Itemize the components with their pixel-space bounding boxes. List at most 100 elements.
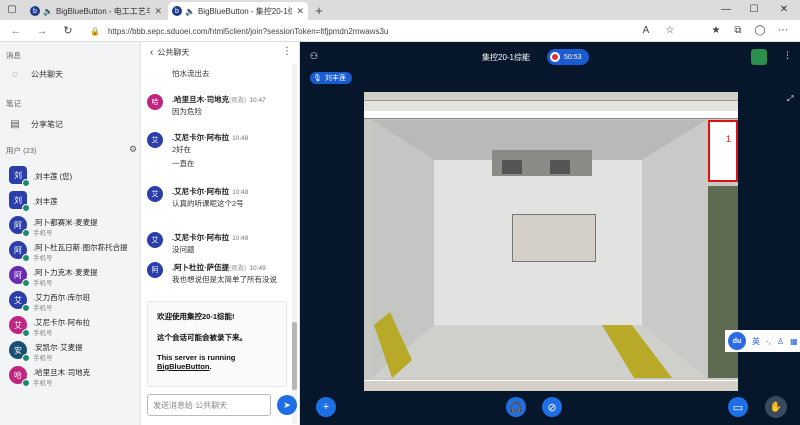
- headset-icon: 🎧: [509, 401, 523, 414]
- fullscreen-icon[interactable]: ⤢: [787, 94, 793, 104]
- address-bar: ← → ↻ 🔒 https://bbb.sepc.sduoei.com/html…: [0, 20, 800, 42]
- user-list-toggle-icon[interactable]: ⚇: [310, 51, 318, 62]
- messages-section-title: 消息: [6, 51, 21, 60]
- user-list-item[interactable]: 刘 .刘丰莲: [9, 189, 139, 213]
- presence-badge-icon: [22, 204, 30, 212]
- plus-icon: +: [322, 401, 330, 413]
- send-button[interactable]: ➤: [277, 395, 297, 415]
- forward-button[interactable]: →: [34, 23, 50, 39]
- chat-scrollbar-thumb[interactable]: [292, 322, 297, 390]
- ime-logo-icon: du: [728, 332, 746, 350]
- favorite-star-icon[interactable]: ☆: [662, 23, 678, 39]
- url-field[interactable]: 🔒 https://bbb.sepc.sduoei.com/html5clien…: [90, 23, 700, 39]
- message-text: 认真的听课呢这个2号: [172, 199, 244, 208]
- user-list-item[interactable]: 艾 .艾力西尔·库尔班 手机号: [9, 289, 139, 313]
- ime-language[interactable]: 英: [752, 336, 760, 347]
- actions-plus-button[interactable]: +: [316, 397, 336, 417]
- chat-avatar: 艾: [147, 132, 163, 148]
- ime-grid-icon[interactable]: ▦: [790, 337, 798, 346]
- slide-red-panel: 1: [708, 120, 738, 182]
- slide-taskbar: [364, 380, 738, 391]
- more-menu-icon[interactable]: ⋯: [775, 23, 791, 39]
- window-menu-button[interactable]: ▢: [2, 2, 22, 18]
- profile-icon[interactable]: ◯: [752, 23, 768, 39]
- signal-icon[interactable]: [751, 49, 767, 65]
- send-icon: ➤: [283, 399, 291, 410]
- public-chat-item[interactable]: ◌ 公共聊天: [8, 69, 63, 80]
- tab-title: BigBlueButton - 电工工艺与实训: [55, 6, 151, 16]
- ime-punct-icon[interactable]: ·,: [766, 337, 771, 346]
- user-list-item[interactable]: 哈 .哈里旦木·司地克 手机号: [9, 364, 139, 388]
- user-avatar: 刘: [9, 191, 30, 212]
- refresh-button[interactable]: ↻: [60, 23, 76, 39]
- chat-avatar: 艾: [147, 232, 163, 248]
- screen-share-button[interactable]: ▭: [728, 397, 748, 417]
- message-time: 10:49: [249, 265, 266, 272]
- chat-avatar: 哈: [147, 94, 163, 110]
- favorites-icon[interactable]: ★: [708, 23, 724, 39]
- presentation-slide: 1: [364, 92, 738, 391]
- message-time: 10:48: [232, 189, 249, 196]
- close-window-button[interactable]: ✕: [774, 2, 794, 18]
- read-aloud-icon[interactable]: A: [638, 23, 654, 39]
- user-list-item[interactable]: 阿 .阿卜力克木·麦麦提 手机号: [9, 264, 139, 288]
- audio-button[interactable]: 🎧: [506, 397, 526, 417]
- browser-tab-1[interactable]: b 🔈 BigBlueButton - 电工工艺与实训 ✕: [26, 2, 166, 20]
- options-menu-icon[interactable]: ⋮: [783, 50, 792, 61]
- presence-badge-icon: [22, 229, 30, 237]
- collections-icon[interactable]: ⧉: [730, 23, 746, 39]
- user-avatar: 刘: [9, 166, 30, 187]
- user-list-item[interactable]: 安 .安凯尔·艾麦提 手机号: [9, 339, 139, 363]
- raise-hand-button[interactable]: ✋: [765, 396, 787, 418]
- shared-notes-item[interactable]: ▤ 分享笔记: [8, 119, 63, 130]
- chat-options-icon[interactable]: ⋮: [282, 46, 292, 57]
- ime-user-icon[interactable]: ♙: [777, 337, 784, 346]
- chat-sender: .艾尼卡尔·阿布拉 10:48: [172, 232, 248, 243]
- maximize-button[interactable]: ☐: [744, 2, 764, 18]
- bigbluebutton-link[interactable]: BigBlueButton: [157, 362, 210, 371]
- sender-name: .艾尼卡尔·阿布拉: [172, 233, 230, 242]
- record-icon: [550, 52, 560, 62]
- browser-tab-2[interactable]: b 🔈 BigBlueButton - 集控20-1综能 ✕: [168, 2, 308, 20]
- chat-message-input[interactable]: 发送消息给 公共聊天: [147, 394, 271, 416]
- gear-icon[interactable]: ⚙: [129, 144, 137, 155]
- recording-indicator[interactable]: 50:53: [547, 49, 589, 65]
- user-list-item[interactable]: 艾 .艾尼卡尔·阿布拉 手机号: [9, 314, 139, 338]
- presence-badge-icon: [22, 279, 30, 287]
- presentation-area: ⚇ 集控20-1综能 50:53 ⋮ 🎙 刘丰莲 ⤢ 1 du 英 ·, ♙ ▦…: [300, 42, 800, 425]
- message-time: 10:47: [249, 97, 266, 104]
- user-avatar: 阿: [9, 216, 30, 237]
- presence-badge-icon: [22, 179, 30, 187]
- user-list-item[interactable]: 阿 .阿卜杜瓦日斯·图尔荪托合提 手机号: [9, 239, 139, 263]
- camera-button[interactable]: ⊘: [542, 397, 562, 417]
- user-subtitle: 手机号: [33, 380, 53, 387]
- note-icon: ▤: [10, 119, 20, 130]
- chat-sender: .阿卜杜拉·萨伍提(观看) 10:49: [172, 262, 266, 273]
- chat-sender: .艾尼卡尔·阿布拉 10:48: [172, 132, 248, 143]
- sender-name: .哈里旦木·司地克: [172, 95, 230, 104]
- user-subtitle: 手机号: [33, 230, 53, 237]
- user-subtitle: 手机号: [33, 330, 53, 337]
- chat-sender: .艾尼卡尔·阿布拉 10:48: [172, 186, 248, 197]
- chat-sender: .哈里旦木·司地克(观看) 10:47: [172, 94, 266, 105]
- chat-back-icon[interactable]: ‹: [150, 47, 153, 58]
- new-tab-button[interactable]: +: [311, 3, 327, 19]
- welcome-message: 欢迎使用集控20-1综能! 这个会话可能会被录下来。 This server i…: [147, 301, 287, 387]
- user-subtitle: 手机号: [33, 355, 53, 362]
- sender-name: .艾尼卡尔·阿布拉: [172, 187, 230, 196]
- minimize-button[interactable]: —: [716, 2, 736, 18]
- back-button[interactable]: ←: [8, 23, 24, 39]
- ime-toolbar[interactable]: du 英 ·, ♙ ▦: [725, 330, 800, 352]
- speaker-icon: 🔈: [185, 6, 195, 16]
- user-name: .刘丰莲: [33, 197, 58, 206]
- message-text: 一直在: [172, 159, 195, 168]
- public-chat-label: 公共聊天: [31, 70, 63, 79]
- user-list-item[interactable]: 刘 .刘丰莲 (您): [9, 164, 139, 188]
- tab-close-icon[interactable]: ✕: [296, 6, 304, 17]
- tab-close-icon[interactable]: ✕: [154, 6, 162, 17]
- sender-name: .艾尼卡尔·阿布拉: [172, 133, 230, 142]
- welcome-line-2: 这个会话可能会被录下来。: [157, 333, 247, 342]
- presence-badge-icon: [22, 254, 30, 262]
- user-avatar: 阿: [9, 266, 30, 287]
- user-list-item[interactable]: 阿 .阿卜都赛米·麦麦提 手机号: [9, 214, 139, 238]
